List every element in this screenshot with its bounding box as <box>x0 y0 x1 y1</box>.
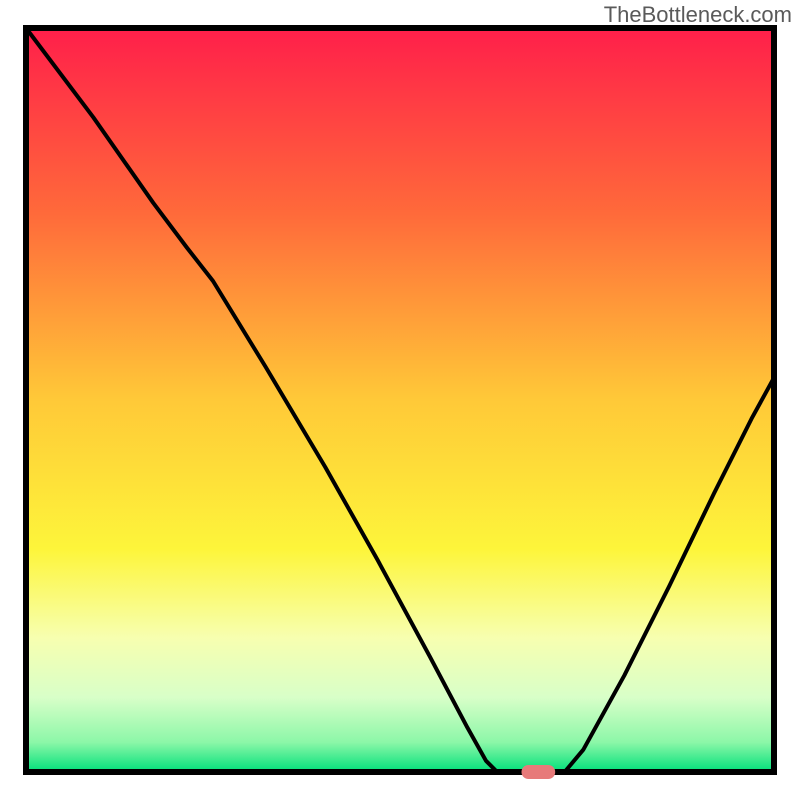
watermark-text: TheBottleneck.com <box>604 2 792 28</box>
plot-background <box>26 28 774 772</box>
bottleneck-chart <box>0 0 800 800</box>
optimal-marker <box>522 765 556 779</box>
